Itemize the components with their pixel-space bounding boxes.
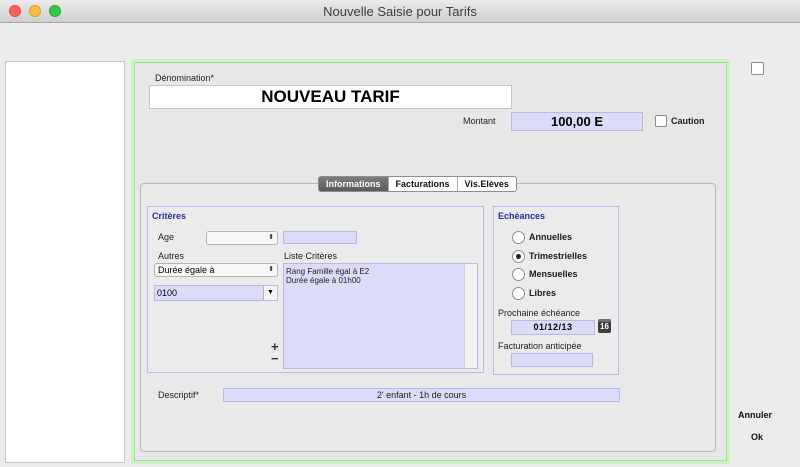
calendar-day: 16 xyxy=(600,322,609,331)
caution-label: Caution xyxy=(671,116,705,126)
descriptif-label: Descriptif* xyxy=(158,390,200,400)
tab-bar: Informations Facturations Vis.Elèves xyxy=(318,176,517,192)
descriptif-field[interactable]: 2' enfant - 1h de cours xyxy=(223,388,620,402)
remove-critere-button[interactable]: − xyxy=(271,351,279,366)
facturation-anticipee-label: Facturation anticipée xyxy=(498,341,582,351)
montant-field[interactable]: 100,00 E xyxy=(511,112,643,131)
left-list-panel[interactable] xyxy=(5,61,125,463)
liste-criteres-label: Liste Critères xyxy=(284,251,338,261)
radio-annuelles[interactable] xyxy=(512,231,525,244)
combo-value: 0100 xyxy=(157,288,178,298)
chevron-down-icon[interactable]: ▼ xyxy=(263,286,277,300)
calendar-icon[interactable]: 16 xyxy=(598,319,611,333)
age-popup[interactable]: ⬍ xyxy=(206,231,278,245)
prochaine-echeance-field[interactable]: 01/12/13 xyxy=(511,320,595,335)
ok-button[interactable]: Ok xyxy=(751,432,763,442)
list-item[interactable]: Durée égale à 01h00 xyxy=(286,276,361,285)
critere-value-combo[interactable]: 0100 ▼ xyxy=(154,285,278,301)
title-bar[interactable]: Nouvelle Saisie pour Tarifs xyxy=(0,0,800,23)
right-checkbox[interactable] xyxy=(751,62,764,75)
liste-criteres-list[interactable]: Rang Famille égal à E2 Durée égale à 01h… xyxy=(283,263,478,369)
chevron-updown-icon: ⬍ xyxy=(268,234,274,241)
criteres-title: Critères xyxy=(152,211,187,221)
prochaine-echeance-label: Prochaine échéance xyxy=(498,308,581,318)
age-label: Age xyxy=(158,232,175,242)
age-value-field[interactable] xyxy=(283,231,357,244)
toolbar-area xyxy=(0,23,800,57)
libres-label: Libres xyxy=(529,288,557,298)
autres-popup[interactable]: Durée égale à ⬍ xyxy=(154,263,278,277)
tab-vis-eleves[interactable]: Vis.Elèves xyxy=(456,177,516,191)
echeances-title: Echéances xyxy=(498,211,546,221)
list-item[interactable]: Rang Famille égal à E2 xyxy=(286,267,369,276)
radio-mensuelles[interactable] xyxy=(512,268,525,281)
montant-label: Montant xyxy=(463,116,496,126)
autres-label: Autres xyxy=(158,251,185,261)
facturation-anticipee-field[interactable] xyxy=(511,353,593,367)
tab-facturations[interactable]: Facturations xyxy=(387,177,457,191)
denomination-field[interactable]: NOUVEAU TARIF xyxy=(149,85,512,109)
radio-trimestrielles[interactable] xyxy=(512,250,525,263)
caution-checkbox[interactable] xyxy=(655,115,667,127)
chevron-updown-icon: ⬍ xyxy=(268,266,274,273)
autres-popup-value: Durée égale à xyxy=(158,265,215,275)
app-window: Nouvelle Saisie pour Tarifs Dénomination… xyxy=(0,0,800,467)
trimestrielles-label: Trimestrielles xyxy=(529,251,588,261)
window-title: Nouvelle Saisie pour Tarifs xyxy=(323,4,477,19)
cancel-button[interactable]: Annuler xyxy=(738,410,772,420)
radio-libres[interactable] xyxy=(512,287,525,300)
list-scrollbar[interactable] xyxy=(464,264,477,368)
denomination-label: Dénomination* xyxy=(155,73,215,83)
mensuelles-label: Mensuelles xyxy=(529,269,578,279)
tab-informations[interactable]: Informations xyxy=(319,177,388,191)
annuelles-label: Annuelles xyxy=(529,232,573,242)
